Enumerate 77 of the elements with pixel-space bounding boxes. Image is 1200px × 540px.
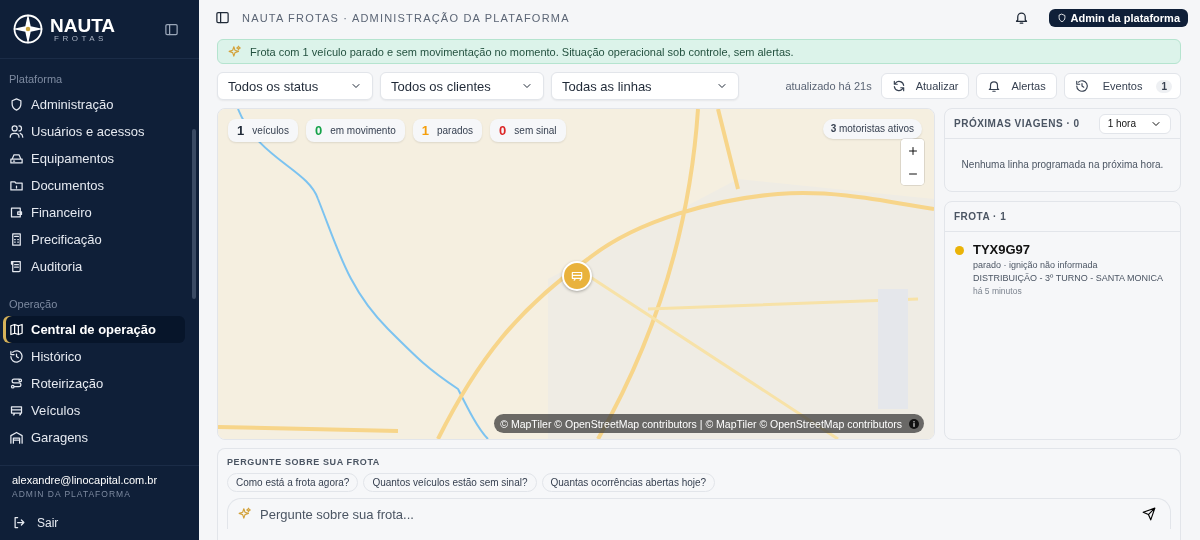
filter-dropdown[interactable]: Todos os status bbox=[217, 72, 373, 100]
drivers-chip: 3 motoristas ativos bbox=[822, 119, 922, 139]
user-email: alexandre@linocapital.com.br bbox=[12, 474, 159, 486]
nav-item[interactable]: Financeiro bbox=[3, 199, 185, 226]
nav-item[interactable]: Precificação bbox=[3, 226, 185, 253]
nav-item[interactable]: Administração bbox=[3, 91, 185, 118]
stat-chip: 0 sem sinal bbox=[490, 119, 566, 142]
section-heading: Plataforma bbox=[8, 72, 64, 87]
garage-icon bbox=[9, 430, 24, 445]
bus-icon bbox=[9, 403, 24, 418]
nav-item[interactable]: Usuários e acessos bbox=[3, 118, 185, 145]
shield-icon bbox=[9, 97, 24, 112]
page-title: NAUTA FROTAS · ADMINISTRAÇÃO DA PLATAFORMA bbox=[242, 11, 570, 24]
drive-icon bbox=[9, 151, 24, 166]
sparkle-icon bbox=[228, 44, 242, 59]
sparkle-icon bbox=[238, 507, 252, 521]
suggestion-chip[interactable]: Como está a frota agora? bbox=[227, 473, 359, 492]
banner-text: Frota com 1 veículo parado e sem movimentação no momento. Situação operacional sob controle, sem alertas. bbox=[250, 45, 794, 58]
sidebar-toggle-icon[interactable] bbox=[215, 10, 230, 25]
vehicle-item[interactable]: TYX9G97 parado · ignição não informada DISTRIBUIÇÃO - 3º TURNO - SANTA MONICA há 5 minutos bbox=[945, 232, 1180, 306]
suggestion-chip[interactable]: Quantas ocorrências abertas hoje? bbox=[541, 473, 716, 492]
info-icon[interactable] bbox=[908, 417, 920, 430]
map-attribution: © MapTiler © OpenStreetMap contributors | © MapTiler © OpenStreetMap contributors bbox=[500, 417, 902, 430]
calc-icon bbox=[9, 232, 24, 247]
logout-link[interactable]: Sair bbox=[0, 507, 199, 540]
ask-heading: PERGUNTE SOBRE SUA FROTA bbox=[227, 457, 381, 467]
send-icon[interactable] bbox=[1142, 507, 1156, 521]
sidebar-toggle-icon[interactable] bbox=[164, 21, 179, 37]
map-icon bbox=[9, 322, 24, 337]
vehicle-plate: TYX9G97 bbox=[973, 242, 1032, 257]
user-role: ADMIN DA PLATAFORMA bbox=[12, 489, 132, 499]
notification-bell-icon[interactable] bbox=[1013, 10, 1029, 25]
panel-title: PRÓXIMAS VIAGENS · 0 bbox=[954, 118, 1080, 129]
refresh-icon bbox=[891, 79, 906, 93]
users-icon bbox=[9, 124, 24, 139]
nav-item[interactable]: Auditoria bbox=[3, 253, 185, 280]
nav-item[interactable]: Garagens bbox=[3, 424, 185, 451]
filter-dropdown[interactable]: Todos os clientes bbox=[380, 72, 544, 100]
history-icon bbox=[1074, 79, 1089, 93]
stat-chip: 1 veículos bbox=[228, 119, 298, 142]
update-time: atualizado há 21s bbox=[785, 80, 872, 92]
suggestion-chip[interactable]: Quantos veículos estão sem sinal? bbox=[363, 473, 537, 492]
scroll-icon bbox=[9, 259, 24, 274]
nav-item[interactable]: Roteirização bbox=[3, 370, 185, 397]
shield-icon bbox=[1056, 12, 1067, 23]
history-icon bbox=[9, 349, 24, 364]
logout-icon bbox=[12, 515, 27, 530]
question-field[interactable]: Pergunte sobre sua frota... bbox=[227, 498, 1171, 529]
stat-chip: 1 parados bbox=[412, 119, 483, 142]
last-update-time: há 5 minutos bbox=[973, 286, 1023, 296]
vehicle-status: parado · ignição não informada bbox=[973, 260, 1099, 270]
nav-item[interactable]: Histórico bbox=[3, 343, 185, 370]
toolbar-button[interactable]: Alertas bbox=[976, 73, 1057, 99]
brand-subtitle: FROTAS bbox=[54, 34, 108, 43]
bus-icon bbox=[570, 269, 584, 283]
route-icon bbox=[9, 376, 24, 391]
question-input[interactable]: Pergunte sobre sua frota... bbox=[260, 504, 1134, 524]
nav-item[interactable]: Documentos bbox=[3, 172, 185, 199]
section-heading: Operação bbox=[8, 297, 59, 312]
wallet-icon bbox=[9, 205, 24, 220]
stat-chip: 0 em movimento bbox=[305, 119, 405, 142]
nav-item[interactable]: Central de operação bbox=[3, 316, 185, 343]
toolbar-button[interactable]: Atualizar bbox=[880, 73, 970, 99]
filter-dropdown[interactable]: Todas as linhas bbox=[551, 72, 739, 100]
nav-item[interactable]: Veículos bbox=[3, 397, 185, 424]
role-badge: Admin da plataforma bbox=[1048, 8, 1188, 27]
time-range-dropdown[interactable]: 1 hora bbox=[1098, 113, 1171, 134]
count-badge: 1 bbox=[1156, 79, 1172, 93]
bell-icon bbox=[987, 79, 1002, 93]
nav-item[interactable]: Equipamentos bbox=[3, 145, 185, 172]
panel-title: FROTA · 1 bbox=[954, 211, 1007, 222]
toolbar-button[interactable]: Eventos 1 bbox=[1063, 73, 1181, 99]
empty-message: Nenhuma linha programada na próxima hora. bbox=[960, 158, 1165, 172]
plus-icon bbox=[906, 144, 919, 157]
brand-name: NAUTA bbox=[50, 15, 116, 35]
folder-icon bbox=[9, 178, 24, 193]
vehicle-route: DISTRIBUIÇÃO - 3º TURNO - SANTA MONICA bbox=[973, 273, 1163, 283]
